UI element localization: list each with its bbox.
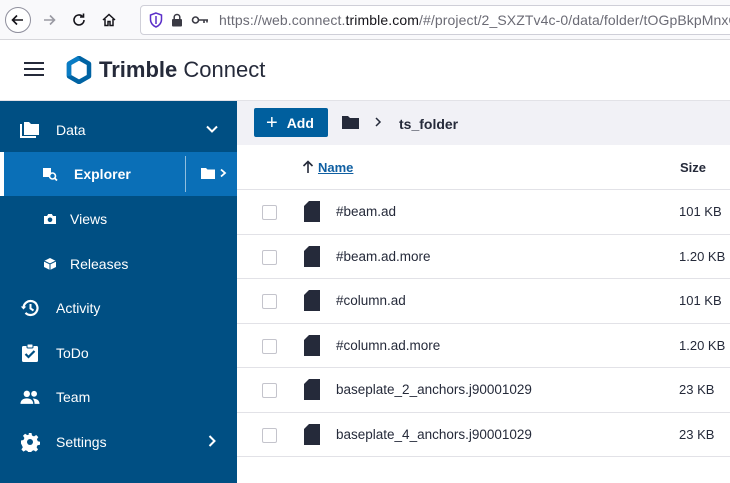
tracking-shield-icon xyxy=(149,12,163,28)
app-header: Trimble Connect xyxy=(0,40,730,101)
column-header-name[interactable]: Name xyxy=(318,160,353,175)
sidebar-item-label: ToDo xyxy=(56,345,89,361)
folder-icon xyxy=(201,168,215,179)
file-size: 101 KB xyxy=(679,204,722,219)
url-text: https://web.connect.trimble.com/#/projec… xyxy=(219,12,730,28)
gear-icon xyxy=(20,432,40,452)
sidebar-item-settings[interactable]: Settings xyxy=(0,420,237,464)
arrow-right-icon xyxy=(44,14,56,26)
table-row[interactable]: #column.ad 101 KB xyxy=(237,279,730,324)
row-checkbox[interactable] xyxy=(262,338,277,354)
sidebar-item-label: Releases xyxy=(70,256,129,272)
sidebar-item-label: Data xyxy=(56,122,86,138)
file-name[interactable]: #column.ad xyxy=(336,293,406,308)
row-checkbox[interactable] xyxy=(262,383,277,398)
file-name[interactable]: #column.ad.more xyxy=(336,338,440,353)
file-icon xyxy=(304,334,320,361)
chevron-right-icon xyxy=(373,115,383,134)
folders-icon xyxy=(20,120,40,140)
sidebar-item-label: Team xyxy=(56,389,91,405)
file-size: 23 KB xyxy=(679,382,715,397)
row-checkbox[interactable] xyxy=(262,205,277,220)
trimble-logo-icon xyxy=(66,55,92,89)
sidebar-item-label: Activity xyxy=(56,300,101,316)
table-row[interactable]: baseplate_2_anchors.j90001029 23 KB xyxy=(237,368,730,413)
row-checkbox[interactable] xyxy=(262,294,277,309)
forward-button[interactable] xyxy=(36,7,62,33)
history-icon xyxy=(20,298,40,318)
sidebar: Data Explorer Views Releases Activity To… xyxy=(0,101,237,483)
sort-ascending-icon[interactable] xyxy=(302,160,314,179)
sidebar-item-views[interactable]: Views xyxy=(0,197,237,241)
table-row[interactable]: baseplate_4_anchors.j90001029 23 KB xyxy=(237,413,730,457)
main-content: + Add ts_folder Name Size #beam.ad 101 K… xyxy=(237,101,730,483)
table-row[interactable]: #column.ad.more 1.20 KB xyxy=(237,324,730,368)
clipboard-check-icon xyxy=(20,343,40,363)
chevron-right-icon[interactable] xyxy=(205,434,219,451)
sidebar-item-explorer[interactable]: Explorer xyxy=(0,152,237,196)
sidebar-item-team[interactable]: Team xyxy=(0,375,237,419)
file-name[interactable]: baseplate_4_anchors.j90001029 xyxy=(336,427,532,442)
column-header-size[interactable]: Size xyxy=(680,160,706,175)
file-name[interactable]: #beam.ad xyxy=(336,204,396,219)
sidebar-item-label: Settings xyxy=(56,434,107,450)
sidebar-item-label: Views xyxy=(70,211,108,227)
home-button[interactable] xyxy=(96,7,122,33)
file-icon xyxy=(304,201,320,227)
camera-icon xyxy=(40,209,60,229)
plus-icon: + xyxy=(266,111,278,134)
reload-icon xyxy=(73,13,85,26)
back-button[interactable] xyxy=(5,7,31,33)
file-size: 23 KB xyxy=(679,426,715,442)
divider xyxy=(185,156,186,192)
folder-tree-toggle[interactable] xyxy=(201,167,228,179)
key-icon xyxy=(191,15,209,25)
sidebar-item-todo[interactable]: ToDo xyxy=(0,331,237,375)
table-header: Name Size xyxy=(237,145,730,190)
sidebar-item-label: Explorer xyxy=(74,166,131,182)
explorer-icon xyxy=(40,164,60,184)
chevron-right-icon xyxy=(220,168,227,178)
folder-icon xyxy=(342,116,359,129)
sidebar-item-data[interactable]: Data xyxy=(0,108,237,152)
active-indicator xyxy=(0,152,4,196)
chevron-down-icon[interactable] xyxy=(205,122,219,139)
row-checkbox[interactable] xyxy=(262,249,277,265)
people-icon xyxy=(20,387,40,407)
breadcrumb-root-folder[interactable] xyxy=(342,115,359,134)
explorer-toolbar: + Add ts_folder xyxy=(237,101,730,145)
lock-icon xyxy=(171,13,183,27)
file-size: 1.20 KB xyxy=(679,248,726,264)
menu-icon[interactable] xyxy=(24,62,44,78)
row-checkbox[interactable] xyxy=(262,427,277,443)
sidebar-item-releases[interactable]: Releases xyxy=(0,242,237,286)
table-row[interactable]: #beam.ad 101 KB xyxy=(237,190,730,235)
cube-icon xyxy=(40,254,60,274)
reload-button[interactable] xyxy=(66,7,92,33)
arrow-left-icon xyxy=(11,14,23,26)
add-button-label: Add xyxy=(286,114,314,131)
add-button[interactable]: + Add xyxy=(254,108,328,137)
file-icon xyxy=(304,290,320,316)
address-bar[interactable]: https://web.connect.trimble.com/#/projec… xyxy=(140,5,730,35)
table-row[interactable]: #beam.ad.more 1.20 KB xyxy=(237,235,730,279)
home-icon xyxy=(102,13,116,27)
breadcrumb-current: ts_folder xyxy=(399,116,459,132)
file-name[interactable]: baseplate_2_anchors.j90001029 xyxy=(336,382,532,397)
sidebar-item-activity[interactable]: Activity xyxy=(0,286,237,330)
browser-toolbar: https://web.connect.trimble.com/#/projec… xyxy=(0,0,730,40)
file-icon xyxy=(304,245,320,272)
file-size: 101 KB xyxy=(679,293,722,308)
file-icon xyxy=(304,423,320,450)
file-name[interactable]: #beam.ad.more xyxy=(336,249,431,264)
file-size: 1.20 KB xyxy=(679,337,726,353)
file-icon xyxy=(304,379,320,405)
app-logo-text: Trimble Connect xyxy=(99,57,266,82)
